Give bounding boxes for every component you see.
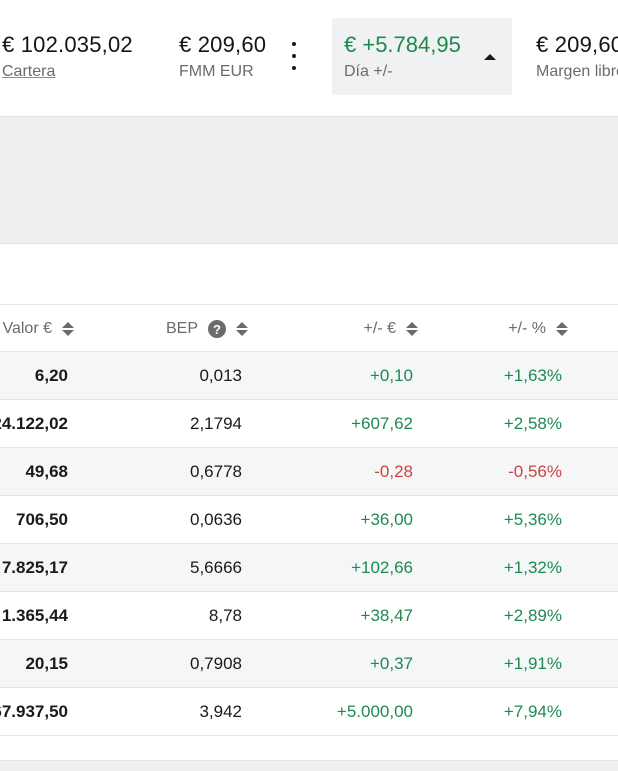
chart-placeholder-area (0, 116, 618, 244)
cell-valor: 67.937,50 (0, 702, 68, 721)
cell-valor: 706,50 (16, 510, 68, 529)
portfolio-link[interactable]: Cartera (2, 63, 133, 81)
cell-valor: 7.825,17 (1, 558, 68, 577)
column-header-label: BEP (165, 320, 198, 337)
positions-table: Valor € BEP ? +/- € +/- % 6,20 0,013 +0,… (0, 304, 618, 736)
cell-pl: +36,00 (360, 510, 413, 529)
column-header-valor[interactable]: Valor € (0, 305, 74, 353)
cell-pl: +0,37 (369, 654, 413, 673)
sort-icon[interactable] (406, 322, 418, 336)
cell-bep: 8,78 (208, 606, 242, 625)
cell-pct: +2,89% (503, 606, 562, 625)
column-header-label: +/- € (363, 320, 396, 337)
day-change-value: € +5.784,95 (344, 32, 461, 57)
column-header-pl[interactable]: +/- € (270, 305, 418, 353)
portfolio-value: € 102.035,02 (2, 32, 133, 57)
day-change-toggle[interactable]: € +5.784,95 Día +/- (332, 18, 512, 95)
table-row[interactable]: 20,15 0,7908 +0,37 +1,91% (0, 640, 618, 688)
cell-valor: 1.365,44 (1, 606, 68, 625)
kebab-menu-icon[interactable] (284, 42, 304, 70)
cell-valor: 6,20 (34, 366, 68, 385)
cell-pct: -0,56% (508, 462, 562, 481)
sort-icon[interactable] (62, 322, 74, 336)
cell-bep: 3,942 (199, 702, 242, 721)
cell-pct: +1,91% (503, 654, 562, 673)
portfolio-metric[interactable]: € 102.035,02 Cartera (2, 32, 133, 81)
table-row[interactable]: 49,68 0,6778 -0,28 -0,56% (0, 448, 618, 496)
cell-valor: 24.122,02 (0, 414, 68, 433)
table-row[interactable]: 67.937,50 3,942 +5.000,00 +7,94% (0, 688, 618, 736)
table-row[interactable]: 7.825,17 5,6666 +102,66 +1,32% (0, 544, 618, 592)
fmm-label: FMM EUR (179, 63, 254, 80)
column-header-bep[interactable]: BEP ? (100, 305, 248, 353)
table-row[interactable]: 706,50 0,0636 +36,00 +5,36% (0, 496, 618, 544)
cell-bep: 5,6666 (190, 558, 242, 577)
help-circle-icon[interactable]: ? (208, 320, 226, 338)
cell-valor: 20,15 (25, 654, 68, 673)
cell-bep: 0,0636 (190, 510, 242, 529)
sort-icon[interactable] (236, 322, 248, 336)
portfolio-summary-bar: € 102.035,02 Cartera € 209,60 FMM EUR € … (0, 0, 618, 116)
footer-band (0, 760, 618, 771)
fmm-metric: € 209,60 FMM EUR (179, 32, 266, 81)
margin-metric: € 209,60 Margen libre (536, 32, 618, 81)
cell-pct: +1,32% (503, 558, 562, 577)
cell-bep: 2,1794 (190, 414, 242, 433)
cell-pl: +607,62 (351, 414, 413, 433)
cell-pct: +2,58% (503, 414, 562, 433)
table-row[interactable]: 6,20 0,013 +0,10 +1,63% (0, 352, 618, 400)
cell-bep: 0,013 (199, 366, 242, 385)
cell-pl: +102,66 (351, 558, 413, 577)
table-row[interactable]: 1.365,44 8,78 +38,47 +2,89% (0, 592, 618, 640)
margin-value: € 209,60 (536, 32, 618, 57)
cell-pct: +7,94% (503, 702, 562, 721)
column-header-pct[interactable]: +/- % (420, 305, 568, 353)
table-header: Valor € BEP ? +/- € +/- % (0, 304, 618, 352)
cell-bep: 0,7908 (190, 654, 242, 673)
sort-icon[interactable] (556, 322, 568, 336)
cell-pct: +1,63% (503, 366, 562, 385)
fmm-value: € 209,60 (179, 32, 267, 57)
table-row[interactable]: 24.122,02 2,1794 +607,62 +2,58% (0, 400, 618, 448)
cell-pct: +5,36% (503, 510, 562, 529)
caret-up-icon (484, 54, 496, 60)
cell-pl: -0,28 (374, 462, 413, 481)
cell-pl: +0,10 (369, 366, 413, 385)
cell-pl: +38,47 (360, 606, 413, 625)
column-header-label: +/- % (508, 320, 546, 337)
column-header-label: Valor € (2, 320, 52, 337)
cell-bep: 0,6778 (190, 462, 242, 481)
cell-valor: 49,68 (25, 462, 68, 481)
cell-pl: +5.000,00 (336, 702, 413, 721)
day-change-label: Día +/- (344, 63, 393, 80)
margin-label: Margen libre (536, 63, 618, 80)
